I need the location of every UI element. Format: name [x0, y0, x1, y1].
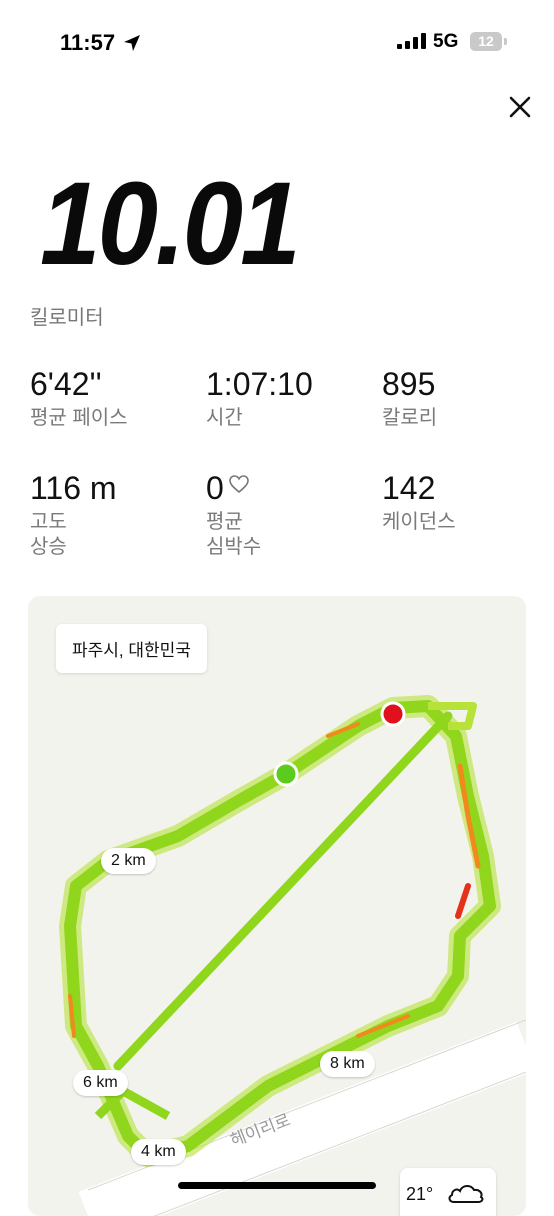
stat-elevation: 116 m 고도 상승: [30, 472, 117, 560]
route-slowest-segment: [455, 883, 471, 919]
weather-chip: 21°: [400, 1168, 496, 1216]
distance-value: 10.01: [40, 158, 301, 290]
signal-bars-icon: [397, 33, 426, 49]
network-type: 5G: [433, 31, 459, 52]
stat-avg-pace: 6'42'' 평균 페이스: [30, 368, 128, 431]
status-time: 11:57: [60, 30, 116, 55]
cadence-label: 케이던스: [382, 511, 456, 533]
cloud-icon: [448, 1185, 484, 1203]
route-end-dot: [380, 701, 406, 727]
duration-value: 1:07:10: [206, 366, 313, 402]
km-marker-4: 4 km: [131, 1139, 186, 1165]
close-button[interactable]: [505, 92, 535, 122]
avg-pace-label: 평균 페이스: [30, 407, 128, 429]
avg-pace-value: 6'42'': [30, 366, 102, 402]
battery-tip: [504, 38, 507, 45]
duration-label: 시간: [206, 407, 243, 429]
km-marker-2: 2 km: [101, 848, 156, 874]
stat-heart-rate: 0 평균 심박수: [206, 472, 261, 560]
battery-icon: 12: [470, 32, 508, 51]
elevation-label-line1: 고도: [30, 511, 67, 533]
cadence-value: 142: [382, 470, 436, 506]
close-icon: [509, 96, 531, 118]
km-marker-8: 8 km: [320, 1051, 375, 1077]
elevation-value: 116 m: [30, 470, 117, 506]
home-indicator[interactable]: [178, 1182, 376, 1189]
route-map[interactable]: 파주시, 대한민국 2 km 4 km 6 km 8 km 헤이리로 21°: [28, 596, 526, 1216]
km-marker-6: 6 km: [73, 1070, 128, 1096]
weather-temperature: 21°: [406, 1184, 434, 1204]
route-start-dot: [273, 761, 299, 787]
heart-outline-icon: [228, 475, 249, 494]
elevation-label-line2: 상승: [30, 536, 67, 558]
heart-rate-value: 0: [206, 470, 224, 506]
stat-cadence: 142 케이던스: [382, 472, 456, 535]
battery-level: 12: [470, 32, 502, 51]
location-arrow-icon: [124, 35, 140, 51]
status-bar: 11:57 5G 12: [0, 0, 554, 80]
distance-unit: 킬로미터: [30, 307, 104, 329]
stat-duration: 1:07:10 시간: [206, 368, 313, 431]
calories-label: 칼로리: [382, 407, 438, 429]
heart-rate-label-line1: 평균: [206, 511, 243, 533]
map-location-label: 파주시, 대한민국: [56, 624, 207, 673]
stat-calories: 895 칼로리: [382, 368, 437, 431]
calories-value: 895: [382, 366, 436, 402]
heart-rate-label-line2: 심박수: [206, 536, 262, 558]
